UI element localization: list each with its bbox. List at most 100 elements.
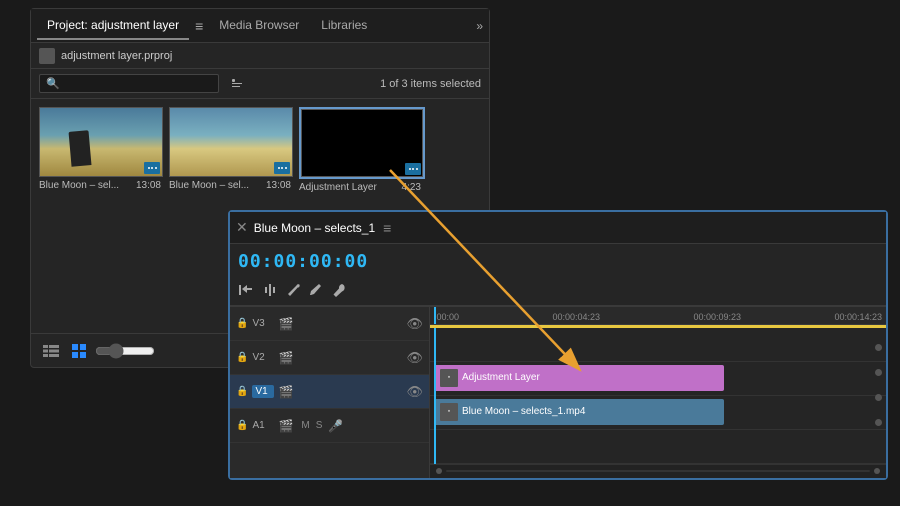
- ruler-marks: :00:00 00:00:04:23 00:00:09:23 00:00:14:…: [430, 312, 886, 322]
- timeline-panel: ✕ Blue Moon – selects_1 ≡ 00:00:00:00: [228, 210, 888, 480]
- project-panel-tabs: Project: adjustment layer ≡ Media Browse…: [31, 9, 489, 43]
- badge-2: [274, 162, 290, 174]
- panel-subheader: adjustment layer.prproj: [31, 43, 489, 69]
- media-item-duration-2: 13:08: [266, 180, 291, 191]
- timeline-bottom-scrollbar[interactable]: [430, 464, 886, 478]
- search-icon: 🔍: [46, 77, 60, 90]
- track-row-v2: ▪ Adjustment Layer: [430, 362, 886, 396]
- clip-label-adj: Adjustment Layer: [462, 372, 540, 383]
- clip-thumb-adj: ▪: [440, 369, 458, 387]
- tab-project-label: Project: adjustment layer: [47, 18, 179, 32]
- razor-tool-icon[interactable]: [286, 283, 302, 300]
- list-item[interactable]: Blue Moon – sel... 13:08: [169, 107, 293, 191]
- track-label-a1: A1: [252, 420, 274, 431]
- track-label-v1: V1: [252, 385, 274, 398]
- timecode-bar: 00:00:00:00: [230, 244, 886, 278]
- track-header-v1: 🔒 V1 🎬 👁: [230, 375, 429, 409]
- film-icon-v3: 🎬: [278, 317, 293, 331]
- media-item-label-1: Blue Moon – sel...: [39, 180, 136, 191]
- timeline-tab-label: Blue Moon – selects_1: [254, 221, 375, 235]
- track-headers: 🔒 V3 🎬 👁 🔒 V2 🎬 👁 🔒 V1 🎬 👁 🔒: [230, 307, 430, 478]
- eye-icon-v2[interactable]: 👁: [406, 350, 423, 366]
- list-item[interactable]: Adjustment Layer 4:23: [299, 107, 425, 193]
- clip-video[interactable]: ▪ Blue Moon – selects_1.mp4: [434, 399, 724, 425]
- scroll-dot-3: [875, 394, 882, 401]
- media-item-duration-1: 13:08: [136, 180, 161, 191]
- scroll-left-dot: [436, 468, 442, 474]
- scroll-dot-2: [875, 369, 882, 376]
- audio-icon-a1: 🎬: [278, 419, 293, 433]
- tab-libraries-label: Libraries: [321, 18, 367, 32]
- zoom-slider[interactable]: [95, 343, 155, 359]
- thumbnail-3[interactable]: [299, 107, 425, 179]
- pen-tool-icon[interactable]: [310, 283, 324, 300]
- tab-project[interactable]: Project: adjustment layer: [37, 12, 189, 40]
- track-row-v3: [430, 328, 886, 362]
- track-select-tool-icon[interactable]: [238, 283, 254, 300]
- eye-icon-v3[interactable]: 👁: [406, 316, 423, 332]
- timeline-tabs: ✕ Blue Moon – selects_1 ≡: [230, 212, 886, 244]
- clip-thumb-video: ▪: [440, 403, 458, 421]
- timeline-menu-icon[interactable]: ≡: [383, 220, 391, 236]
- track-label-v3: V3: [252, 318, 274, 329]
- filename-label: adjustment layer.prproj: [61, 50, 172, 62]
- playhead-line: [434, 307, 436, 324]
- ruler-mark-1: 00:00:04:23: [552, 312, 600, 322]
- clip-label-video: Blue Moon – selects_1.mp4: [462, 406, 585, 417]
- wrench-tool-icon[interactable]: [332, 283, 346, 300]
- timeline-right: :00:00 00:00:04:23 00:00:09:23 00:00:14:…: [430, 307, 886, 478]
- badge-1: [144, 162, 160, 174]
- track-header-v3: 🔒 V3 🎬 👁: [230, 307, 429, 341]
- lock-icon-a1[interactable]: 🔒: [236, 420, 248, 431]
- tab-media-browser-label: Media Browser: [219, 18, 299, 32]
- lock-icon-v2[interactable]: 🔒: [236, 352, 248, 363]
- search-input[interactable]: [64, 78, 204, 90]
- list-item[interactable]: Blue Moon – sel... 13:08: [39, 107, 163, 191]
- project-tab-menu-icon[interactable]: ≡: [191, 18, 207, 34]
- selection-info: 1 of 3 items selected: [380, 78, 481, 90]
- clip-adjustment-layer[interactable]: ▪ Adjustment Layer: [434, 365, 724, 391]
- tab-libraries[interactable]: Libraries: [311, 12, 377, 40]
- ruler-mark-3: 00:00:14:23: [834, 312, 882, 322]
- ruler-mark-2: 00:00:09:23: [693, 312, 741, 322]
- thumbnail-1[interactable]: [39, 107, 163, 177]
- ripple-edit-tool-icon[interactable]: [262, 283, 278, 300]
- track-row-a1: [430, 430, 886, 464]
- solo-label[interactable]: S: [316, 420, 323, 431]
- timeline-content: 🔒 V3 🎬 👁 🔒 V2 🎬 👁 🔒 V1 🎬 👁 🔒: [230, 307, 886, 478]
- mute-label[interactable]: M: [301, 420, 309, 431]
- track-label-v2: V2: [252, 352, 274, 363]
- tab-media-browser[interactable]: Media Browser: [209, 12, 309, 40]
- scroll-right-dot: [874, 468, 880, 474]
- mic-icon-a1[interactable]: 🎤: [328, 419, 343, 433]
- media-item-duration-3: 4:23: [402, 182, 421, 193]
- scroll-dot-1: [875, 344, 882, 351]
- more-tabs-icon[interactable]: »: [476, 19, 483, 33]
- timecode-display[interactable]: 00:00:00:00: [238, 251, 368, 272]
- scroll-indicators: [875, 344, 882, 426]
- list-view-icon[interactable]: [39, 339, 63, 363]
- tools-bar: [230, 278, 886, 306]
- media-item-label-3: Adjustment Layer: [299, 182, 402, 193]
- search-bar: 🔍 1 of 3 items selected: [31, 69, 489, 99]
- ruler-mark-0: :00:00: [434, 312, 459, 322]
- filter-icon[interactable]: [225, 72, 249, 96]
- film-icon-v2: 🎬: [278, 351, 293, 365]
- track-row-v1: ▪ Blue Moon – selects_1.mp4: [430, 396, 886, 430]
- ruler: :00:00 00:00:04:23 00:00:09:23 00:00:14:…: [430, 307, 886, 325]
- lock-icon-v3[interactable]: 🔒: [236, 318, 248, 329]
- scroll-line: [446, 470, 870, 472]
- tracks-area: ▪ Adjustment Layer ▪ Blue Moon – selects…: [430, 328, 886, 464]
- lock-icon-v1[interactable]: 🔒: [236, 386, 248, 397]
- timeline-close-icon[interactable]: ✕: [236, 219, 248, 236]
- track-header-v2: 🔒 V2 🎬 👁: [230, 341, 429, 375]
- track-header-a1: 🔒 A1 🎬 M S 🎤: [230, 409, 429, 443]
- grid-view-icon[interactable]: [67, 339, 91, 363]
- media-item-label-2: Blue Moon – sel...: [169, 180, 266, 191]
- search-input-wrapper[interactable]: 🔍: [39, 74, 219, 93]
- eye-icon-v1[interactable]: 👁: [406, 384, 423, 400]
- badge-3: [405, 163, 421, 175]
- thumbnail-2[interactable]: [169, 107, 293, 177]
- film-icon-v1: 🎬: [278, 385, 293, 399]
- scroll-dot-4: [875, 419, 882, 426]
